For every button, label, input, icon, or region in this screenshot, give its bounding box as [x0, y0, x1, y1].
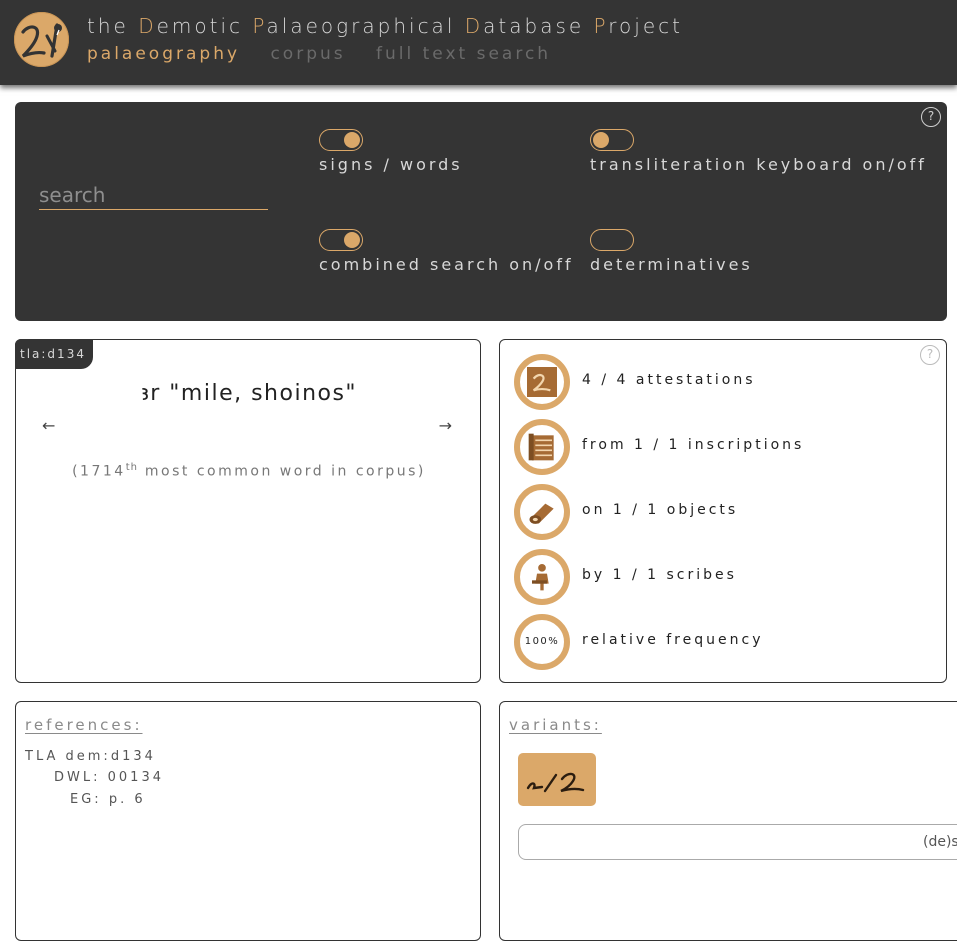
reference-row: DWL: 00134	[54, 770, 164, 785]
stat-relative-frequency[interactable]: 100% relative frequency	[514, 614, 934, 670]
stats-card: ? 4 / 4 attestations from 1 / 1 inscript…	[499, 339, 947, 683]
stat-inscriptions[interactable]: from 1 / 1 inscriptions	[514, 419, 934, 475]
transliteration-keyboard-label: transliteration keyboard on/off	[590, 155, 927, 174]
lemma-title: ꜣr "mile, shoinos"	[140, 381, 358, 406]
stat-text: relative frequency	[582, 632, 764, 648]
variants-title: variants:	[509, 716, 602, 734]
combined-search-toggle[interactable]	[319, 229, 363, 251]
title-segment: D	[464, 14, 484, 38]
title-segment: alaeographical	[266, 14, 465, 38]
stat-circle	[514, 419, 570, 475]
stat-text: 4 / 4 attestations	[582, 372, 756, 388]
references-card: references: TLA dem:d134 DWL: 00134 EG: …	[15, 701, 481, 941]
variants-card: variants: (de)se	[499, 701, 957, 941]
nav-corpus[interactable]: corpus	[270, 44, 345, 64]
rank-rest: most common word in corpus)	[137, 463, 426, 480]
rank-ordinal-suffix: th	[125, 462, 138, 473]
toggle-knob	[344, 231, 360, 248]
sign-image-icon	[527, 367, 557, 397]
title-segment: P	[593, 14, 609, 38]
title-segment: the	[87, 14, 139, 38]
nav-full-text-search[interactable]: full text search	[376, 44, 551, 64]
title-segment: atabase	[483, 14, 594, 38]
stat-text: from 1 / 1 inscriptions	[582, 437, 805, 453]
next-word-arrow[interactable]: →	[439, 416, 452, 435]
title-segment: D	[138, 14, 157, 38]
toggle-knob	[593, 131, 609, 148]
stat-circle	[514, 354, 570, 410]
papyrus-scroll-icon	[529, 503, 554, 524]
frequency-value: 100%	[524, 636, 560, 647]
frequency-rank: (1714th most common word in corpus)	[16, 462, 482, 480]
reference-value: 00134	[107, 770, 164, 785]
reference-value: p. 6	[108, 792, 146, 807]
reference-row: EG: p. 6	[70, 792, 146, 807]
site-title[interactable]: the Demotic Palaeographical Database Pro…	[87, 14, 683, 38]
dpdp-logo[interactable]	[14, 12, 69, 67]
variant-thumbnail[interactable]	[518, 753, 596, 806]
reference-value: d134	[110, 749, 156, 764]
transliteration-keyboard-toggle[interactable]	[590, 129, 634, 151]
stat-scribes[interactable]: by 1 / 1 scribes	[514, 549, 934, 605]
main-nav: palaeography corpus full text search	[87, 44, 573, 64]
rank-prefix: (1714	[72, 463, 126, 480]
stat-text: by 1 / 1 scribes	[582, 567, 737, 583]
search-input[interactable]	[39, 180, 268, 210]
inscriptions-icon	[528, 433, 554, 461]
deselect-label: (de)se	[923, 834, 957, 850]
title-segment: roject	[608, 14, 683, 38]
toggle-knob	[344, 131, 360, 148]
reference-key: DWL:	[54, 770, 101, 785]
stat-text: on 1 / 1 objects	[582, 502, 739, 518]
stat-objects[interactable]: on 1 / 1 objects	[514, 484, 934, 540]
reference-key: EG:	[70, 792, 102, 807]
previous-word-arrow[interactable]: ←	[42, 416, 55, 435]
deselect-all-button[interactable]: (de)se	[518, 824, 957, 860]
demotic-sign-image	[526, 772, 585, 793]
determinatives-label: determinatives	[590, 255, 753, 274]
reference-key: TLA dem:	[25, 749, 111, 764]
reference-row: TLA dem:d134	[25, 749, 156, 764]
stat-circle: 100%	[514, 614, 570, 670]
scribe-icon	[532, 564, 549, 591]
nav-palaeography[interactable]: palaeography	[87, 44, 240, 64]
site-header: the Demotic Palaeographical Database Pro…	[0, 0, 957, 85]
title-segment: emotic	[156, 14, 253, 38]
word-card: tla:d134 ꜣr "mile, shoinos" ← → (1714th …	[15, 339, 481, 683]
signs-words-toggle[interactable]	[319, 129, 363, 151]
combined-search-label: combined search on/off	[319, 255, 574, 274]
references-title: references:	[25, 716, 143, 734]
stat-circle	[514, 484, 570, 540]
determinatives-toggle[interactable]	[590, 229, 634, 251]
help-icon[interactable]: ?	[921, 107, 941, 127]
tla-id-badge: tla:d134	[15, 339, 93, 369]
stat-attestations[interactable]: 4 / 4 attestations	[514, 354, 934, 410]
signs-words-label: signs / words	[319, 155, 463, 174]
search-panel: ? signs / words transliteration keyboard…	[15, 102, 947, 321]
stat-circle	[514, 549, 570, 605]
title-segment: P	[252, 14, 267, 38]
